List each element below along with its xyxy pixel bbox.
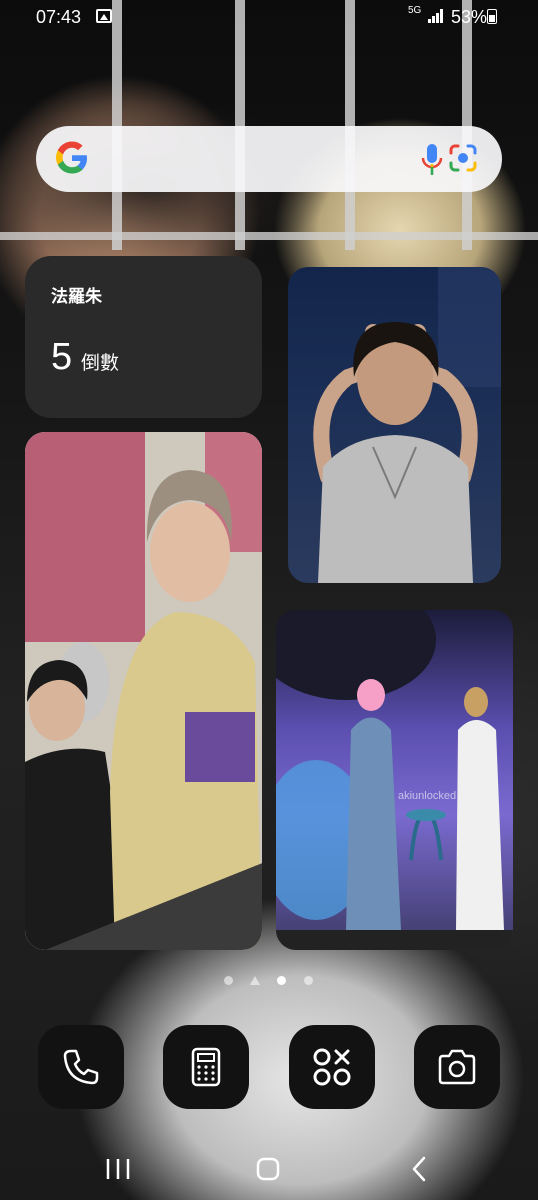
countdown-unit: 倒數 xyxy=(81,353,120,374)
network-type: 5G xyxy=(408,5,422,16)
page-dot[interactable] xyxy=(304,976,313,985)
camera-icon xyxy=(438,1049,476,1085)
google-g-icon xyxy=(56,141,87,174)
photo-image xyxy=(276,610,513,950)
page-dot-active[interactable] xyxy=(277,976,286,985)
wallpaper-bar xyxy=(112,0,122,250)
page-dot[interactable] xyxy=(224,976,233,985)
wallpaper-rail xyxy=(0,232,538,240)
battery-icon xyxy=(487,9,497,24)
home-icon[interactable] xyxy=(248,1154,288,1184)
dock-apps-button[interactable] xyxy=(289,1025,375,1109)
wallpaper-bar xyxy=(235,0,245,250)
apps-icon xyxy=(313,1048,351,1086)
dock-calculator-button[interactable] xyxy=(163,1025,249,1109)
countdown-number: 5 xyxy=(51,336,73,378)
photo-widget[interactable] xyxy=(25,432,262,950)
wallpaper-bar xyxy=(345,0,355,250)
photo-image xyxy=(25,432,262,950)
mic-icon[interactable] xyxy=(418,142,446,178)
dock-phone-button[interactable] xyxy=(38,1025,124,1109)
countdown-title: 法羅朱 xyxy=(51,287,102,306)
home-page-dot-icon[interactable] xyxy=(250,976,260,985)
dock-camera-button[interactable] xyxy=(414,1025,500,1109)
navigation-bar xyxy=(0,1140,538,1200)
photo-image xyxy=(313,267,501,583)
calculator-icon xyxy=(191,1047,221,1087)
battery-percent: 53% xyxy=(451,7,488,27)
photo-watermark: akiunlocked xyxy=(398,790,457,802)
gallery-notification-icon xyxy=(96,9,112,23)
google-search-bar[interactable] xyxy=(36,126,502,192)
phone-icon xyxy=(63,1049,99,1085)
status-bar: 07:43 5G 53% xyxy=(0,0,538,34)
lens-icon[interactable] xyxy=(448,143,478,173)
wallpaper-bar xyxy=(462,0,472,250)
page-indicator xyxy=(222,974,322,988)
countdown-widget[interactable]: 法羅朱 5 倒數 xyxy=(25,256,262,418)
back-icon[interactable] xyxy=(400,1154,440,1184)
status-time: 07:43 xyxy=(36,7,82,27)
photo-widget[interactable]: akiunlocked xyxy=(276,610,513,950)
recents-icon[interactable] xyxy=(98,1154,138,1184)
photo-widget[interactable] xyxy=(288,267,501,583)
signal-icon xyxy=(428,9,444,23)
